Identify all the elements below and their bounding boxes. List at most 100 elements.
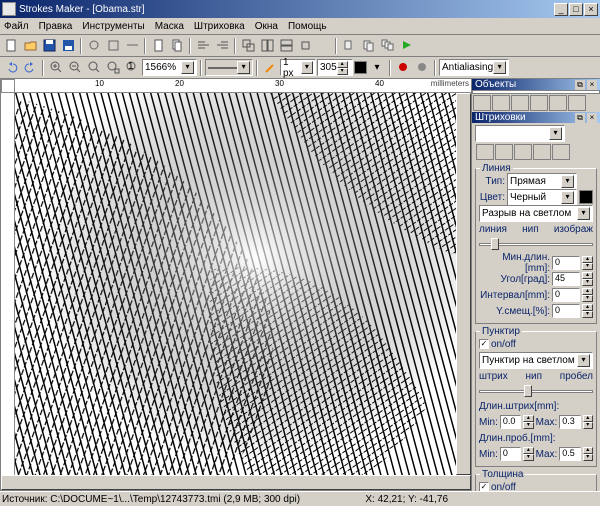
tile-button[interactable]: [258, 37, 276, 55]
zoom-in-button[interactable]: [47, 59, 65, 77]
dash-min-input[interactable]: 0.0: [500, 415, 521, 429]
dash-enable-checkbox[interactable]: ✓: [479, 339, 489, 349]
save-button[interactable]: [40, 37, 58, 55]
zoom-sel-button[interactable]: [104, 59, 122, 77]
clone2-button[interactable]: [359, 37, 377, 55]
panel-collapse-icon[interactable]: ⧉: [575, 80, 585, 90]
menu-file[interactable]: Файл: [4, 21, 29, 32]
width-enable-checkbox[interactable]: ✓: [479, 482, 489, 491]
line-type-combo[interactable]: Прямая▾: [507, 173, 577, 190]
str-tab-5[interactable]: [552, 144, 570, 160]
center-button[interactable]: [296, 37, 314, 55]
obj-tab-2[interactable]: [492, 95, 510, 111]
new-button[interactable]: [2, 37, 20, 55]
page2-button[interactable]: [168, 37, 186, 55]
app-icon: [2, 2, 16, 16]
zoom-out-button[interactable]: [66, 59, 84, 77]
obj-tab-1[interactable]: [473, 95, 491, 111]
objects-panel-title[interactable]: Объекты ⧉×: [472, 79, 600, 90]
vertical-scrollbar[interactable]: [456, 93, 471, 475]
obj-tab-5[interactable]: [549, 95, 567, 111]
maximize-button[interactable]: □: [569, 3, 583, 16]
line-gapmode-combo[interactable]: Разрыв на светлом▾: [479, 205, 593, 222]
str-tab-1[interactable]: [476, 144, 494, 160]
swap-color-button[interactable]: ▾: [368, 59, 386, 77]
horizontal-scrollbar[interactable]: [1, 475, 471, 490]
strokes-btn-2[interactable]: [583, 126, 597, 140]
saveas-button[interactable]: [59, 37, 77, 55]
linestyle-combo[interactable]: ▾: [205, 59, 253, 76]
str-tab-3[interactable]: [514, 144, 532, 160]
gap-min-input[interactable]: 0: [500, 447, 521, 461]
toggle3-button[interactable]: [123, 37, 141, 55]
clone3-button[interactable]: [378, 37, 396, 55]
align-right-button[interactable]: [213, 37, 231, 55]
menu-bar: Файл Правка Инструменты Маска Штриховка …: [0, 18, 600, 35]
strokes-btn-1[interactable]: [567, 126, 581, 140]
str-tab-2[interactable]: [495, 144, 513, 160]
line-group: Линия Тип: Прямая▾ Цвет: Черный▾ Разрыв …: [475, 168, 597, 324]
title-bar: Strokes Maker - [Obama.str] _ □ ×: [0, 0, 600, 18]
align-left-button[interactable]: [194, 37, 212, 55]
line-color-combo[interactable]: Черный▾: [507, 189, 577, 206]
dash-max-input[interactable]: 0.3: [559, 415, 580, 429]
open-button[interactable]: [21, 37, 39, 55]
obj-tab-6[interactable]: [568, 95, 586, 111]
menu-windows[interactable]: Окна: [255, 21, 278, 32]
toolbar-row-1: [0, 35, 600, 57]
dash-mode-combo[interactable]: Пунктир на светлом▾: [479, 352, 593, 369]
width-group: Толщина ✓on/off Толще на темном▾: [475, 474, 597, 491]
menu-tools[interactable]: Инструменты: [82, 21, 144, 32]
line-type-opt-button[interactable]: [579, 174, 593, 188]
wand-button[interactable]: [261, 59, 279, 77]
stroke-width-combo[interactable]: 1 px▾: [280, 59, 316, 76]
minlen-input[interactable]: 0: [552, 256, 580, 270]
toolbar-row-2: 1 1566%▾ ▾ 1 px▾ 305▴▾ ▾ Antialiasing▾: [0, 57, 600, 79]
angle-input[interactable]: 45: [552, 272, 580, 286]
menu-mask[interactable]: Маска: [155, 21, 184, 32]
clone1-button[interactable]: [340, 37, 358, 55]
obj-tab-4[interactable]: [530, 95, 548, 111]
menu-hatch[interactable]: Штриховка: [194, 21, 245, 32]
engraving-artwork: [15, 93, 456, 475]
redo-button[interactable]: [21, 59, 39, 77]
zoom-1-1-button[interactable]: 1: [123, 59, 141, 77]
fg-color-swatch[interactable]: [354, 61, 367, 74]
str-tab-4[interactable]: [533, 144, 551, 160]
yoff-input[interactable]: 0: [552, 304, 580, 318]
strokes-preset-combo[interactable]: ▾: [475, 125, 565, 142]
horizontal-ruler[interactable]: 10 20 30 40 millimeters: [15, 79, 471, 93]
strokes-panel-title[interactable]: Штриховки ⧉×: [472, 112, 600, 123]
aa-combo[interactable]: Antialiasing▾: [439, 59, 509, 76]
canvas-area: 10 20 30 40 millimeters: [0, 79, 472, 491]
obj-tab-3[interactable]: [511, 95, 529, 111]
play-button[interactable]: [397, 37, 415, 55]
generic-combo[interactable]: 305▴▾: [317, 59, 353, 76]
stack-button[interactable]: [277, 37, 295, 55]
dash-slider[interactable]: [479, 384, 593, 398]
record-button[interactable]: [394, 59, 412, 77]
viewport[interactable]: [15, 93, 456, 475]
undo-button[interactable]: [2, 59, 20, 77]
menu-edit[interactable]: Правка: [39, 21, 73, 32]
close-button[interactable]: ×: [584, 3, 598, 16]
zoom-combo[interactable]: 1566%▾: [142, 59, 197, 76]
panel-close-icon[interactable]: ×: [587, 80, 597, 90]
status-bar: Источник: C:\DOCUME~1\...\Temp\12743773.…: [0, 491, 600, 506]
page1-button[interactable]: [149, 37, 167, 55]
line-gap-slider[interactable]: [479, 237, 593, 251]
status-source: Источник: C:\DOCUME~1\...\Temp\12743773.…: [2, 494, 300, 505]
dash-group: Пунктир ✓on/off Пунктир на светлом▾ штри…: [475, 331, 597, 467]
stop-button[interactable]: [413, 59, 431, 77]
cascade-button[interactable]: [239, 37, 257, 55]
svg-text:1: 1: [128, 61, 134, 72]
toggle1-button[interactable]: [85, 37, 103, 55]
toggle2-button[interactable]: [104, 37, 122, 55]
minimize-button[interactable]: _: [554, 3, 568, 16]
line-color-swatch[interactable]: [579, 190, 593, 204]
zoom-fit-button[interactable]: [85, 59, 103, 77]
gap-max-input[interactable]: 0.5: [559, 447, 580, 461]
menu-help[interactable]: Помощь: [288, 21, 327, 32]
vertical-ruler[interactable]: [1, 93, 15, 475]
interval-input[interactable]: 0: [552, 288, 580, 302]
